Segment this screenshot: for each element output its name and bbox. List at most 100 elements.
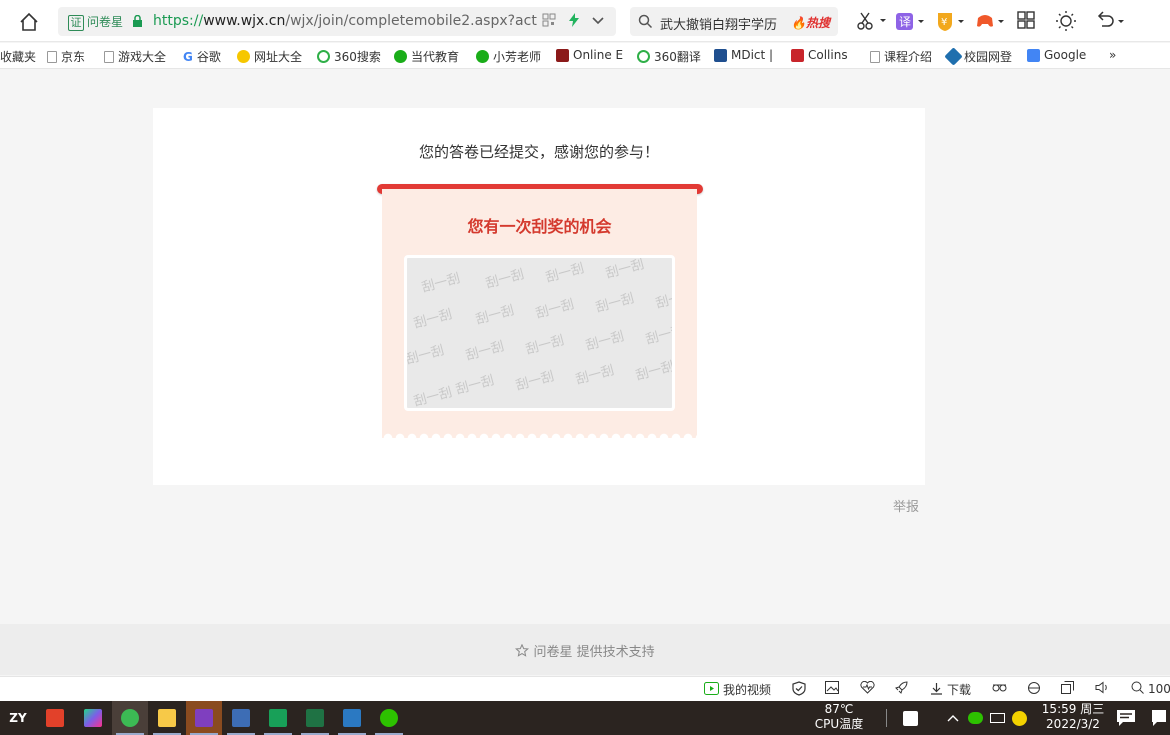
browser-status-bar: 我的视频 下载 100% [0,676,1170,701]
chevron-down-icon[interactable] [592,13,604,30]
bookmark-mdict[interactable]: MDict | [714,48,773,62]
notification-icon[interactable] [1108,701,1144,735]
system-clock[interactable]: 15:59 周三 2022/3/2 [1040,702,1106,732]
my-video-button[interactable]: 我的视频 [704,681,771,698]
mask-icon[interactable] [992,681,1007,693]
window-icon[interactable] [1061,681,1074,694]
scissors-icon[interactable] [856,10,896,34]
search-text: 武大撤销白翔宇学历 [660,18,778,33]
bookmark-url-directory[interactable]: 网址大全 [237,48,302,65]
bookmark-360-search[interactable]: 360搜索 [317,48,381,65]
certificate-badge[interactable]: 证问卷星 [68,13,123,31]
notepad-app-icon[interactable] [223,701,259,735]
scratch-ticket: 您有一次刮奖的机会 刮一刮 刮一刮 刮一刮 刮一刮 刮一刮 刮一刮 刮一刮 刮一… [382,189,697,438]
scratch-label: 刮一刮 [604,257,646,282]
cpu-temperature[interactable]: 87℃ CPU温度 [808,702,870,732]
ticket-title: 您有一次刮奖的机会 [467,217,612,236]
onenote-app-icon[interactable] [186,701,222,735]
scratch-label: 刮一刮 [544,261,586,286]
collins-icon [791,48,804,62]
wechat-app-icon[interactable] [371,701,407,735]
scratch-label: 刮一刮 [534,297,576,322]
shield-icon[interactable] [792,681,806,696]
scratch-label: 刮一刮 [454,373,496,398]
scratch-label: 刮一刮 [644,323,675,348]
zoom-control[interactable]: 100% [1131,681,1170,697]
qr-code-icon[interactable] [542,13,556,30]
bookmark-jd[interactable]: 京东 [47,48,85,65]
etymology-icon [556,48,569,62]
start-button[interactable]: ZY [0,701,36,735]
scratch-label: 刮一刮 [594,291,636,316]
bookmark-360-translate[interactable]: 360翻译 [637,48,701,65]
taskbar-divider [884,701,888,735]
scratch-label: 刮一刮 [464,339,506,364]
bookmark-contemporary-education[interactable]: 当代教育 [394,48,459,65]
site-name: 问卷星 [87,15,124,29]
scratch-label: 刮一刮 [524,333,566,358]
volume-icon[interactable] [1095,681,1110,694]
fire-icon: 🔥 [791,16,806,30]
url-text[interactable]: https://www.wjx.cn/wjx/join/completemobi… [153,13,537,29]
bookmark-games[interactable]: 游戏大全 [104,48,166,65]
browser-app-icon[interactable] [112,701,148,735]
pycharm-app-icon[interactable] [75,701,111,735]
scratch-label: 刮一刮 [654,287,675,312]
svg-text:¥: ¥ [941,17,947,28]
screen-capture-icon[interactable] [334,701,370,735]
bookmark-google[interactable]: G 谷歌 [183,48,221,65]
footer: 问卷星 提供技术支持 [0,624,1170,675]
excel-app-icon[interactable] [297,701,333,735]
battery-tray-icon[interactable] [986,701,1008,735]
pdf-reader-icon[interactable] [260,701,296,735]
address-bar[interactable]: 证问卷星 https://www.wjx.cn/wjx/join/complet… [58,7,616,36]
google-translate-icon [1027,48,1040,62]
scratch-label: 刮一刮 [634,359,675,384]
home-icon[interactable] [18,11,40,33]
network-tray-icon[interactable] [1008,701,1030,735]
wechat-icon [476,50,489,63]
scratch-label: 刮一刮 [474,303,516,328]
bookmark-campus-network[interactable]: 校园网登 [944,47,1012,66]
scratch-label: 刮一刮 [412,385,454,410]
ticket-scallop-edge [382,430,697,438]
brightness-icon[interactable] [1056,10,1096,34]
tray-chevron-up-icon[interactable] [942,701,964,735]
wallet-icon[interactable]: ¥ [936,10,976,34]
wechat-tray-icon[interactable] [964,701,986,735]
lightning-icon[interactable] [568,13,580,30]
health-icon[interactable] [860,681,875,694]
bookmark-teacher-xiaofang[interactable]: 小芳老师 [476,48,541,65]
hot-search-badge[interactable]: 🔥热搜 [791,14,830,31]
scratch-area[interactable]: 刮一刮 刮一刮 刮一刮 刮一刮 刮一刮 刮一刮 刮一刮 刮一刮 刮一刮 刮一刮 … [404,255,675,411]
report-link[interactable]: 举报 [893,496,919,515]
google-icon: G [183,49,193,64]
checkbox-tray-icon[interactable] [892,701,928,735]
bookmark-course-intro[interactable]: 课程介绍 [870,48,932,65]
show-desktop-icon[interactable] [1148,701,1170,735]
360-icon [237,50,250,63]
completion-card: 您的答卷已经提交，感谢您的参与！ 您有一次刮奖的机会 刮一刮 刮一刮 刮一刮 刮… [153,108,925,485]
svg-text:译: 译 [899,15,911,29]
image-icon[interactable] [825,681,839,694]
windows-taskbar: ZY 87℃ CPU温度 15:59 周三 2022/3/2 [0,701,1170,735]
game-icon[interactable] [976,10,1016,34]
translate-icon[interactable]: 译 [896,10,936,34]
bookmark-collins[interactable]: Collins [791,48,848,62]
undo-icon[interactable] [1096,10,1136,34]
bookmark-online-etymology[interactable]: Online E [556,48,623,62]
apps-grid-icon[interactable] [1016,10,1056,34]
search-icon [638,14,653,32]
browser-toolbar: 证问卷星 https://www.wjx.cn/wjx/join/complet… [0,0,1170,42]
file-explorer-icon[interactable] [149,701,185,735]
office-app-icon[interactable] [37,701,73,735]
download-button[interactable]: 下载 [930,681,971,698]
video-icon [704,681,719,698]
search-box[interactable]: 武大撤销白翔宇学历 🔥热搜 [630,7,838,36]
rocket-icon[interactable] [894,681,909,695]
bookmark-google-translate[interactable]: Google [1027,48,1086,62]
star-icon [515,643,530,660]
ie-icon[interactable] [1027,681,1041,695]
bookmarks-overflow-button[interactable]: » [1109,48,1116,62]
bookmark-favorites[interactable]: 收藏夹 [0,48,36,65]
